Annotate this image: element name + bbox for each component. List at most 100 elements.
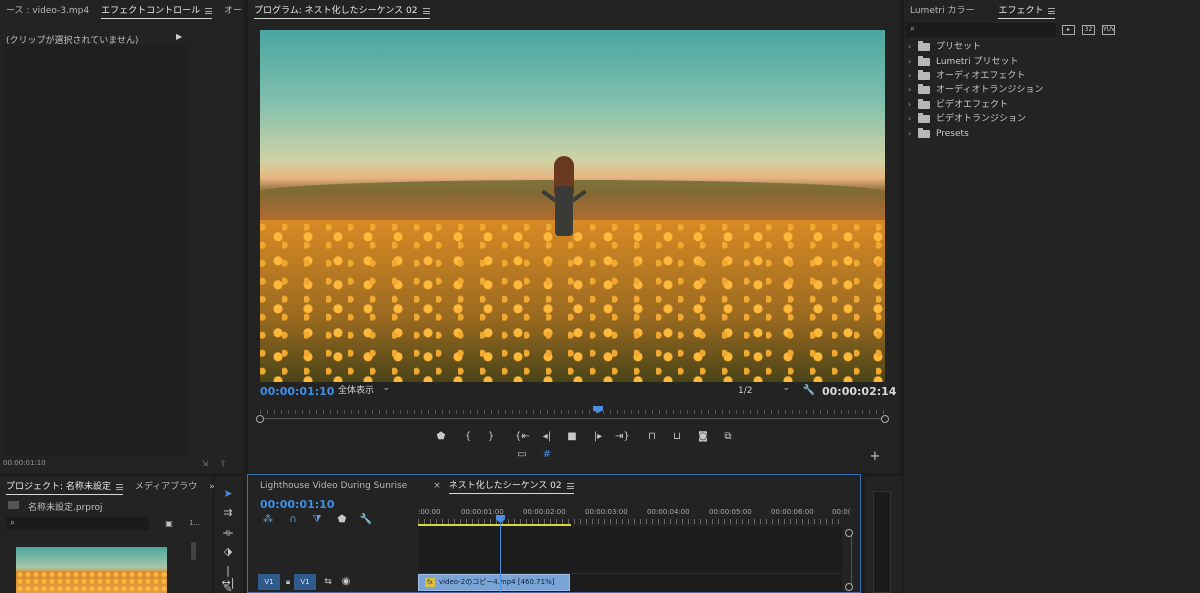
- tab-source[interactable]: ース : video-3.mp4: [0, 0, 95, 22]
- tree-item-audio-effects[interactable]: › オーディオエフェクト: [908, 69, 1025, 83]
- panel-menu-icon[interactable]: [205, 7, 213, 14]
- tab-lighthouse-sequence[interactable]: Lighthouse Video During Sunrise: [248, 475, 413, 497]
- accelerated-effects-icon[interactable]: ▸: [1062, 25, 1075, 35]
- clip-thumbnail[interactable]: [16, 547, 167, 593]
- clip-label: video-2のコピー4.mp4 [460.71%]: [439, 578, 555, 586]
- video-person: [541, 156, 587, 242]
- scroll-handle-bottom[interactable]: [845, 583, 853, 591]
- tree-item-video-effects[interactable]: › ビデオエフェクト: [908, 98, 1008, 112]
- tree-item-presets-en[interactable]: › Presets: [908, 127, 969, 141]
- step-back-icon[interactable]: ◂|: [540, 431, 554, 443]
- nest-toggle-icon[interactable]: ⁂: [261, 514, 275, 526]
- expand-arrow-icon[interactable]: ▶: [176, 32, 182, 41]
- comparison-view-icon[interactable]: ⧉: [721, 431, 735, 443]
- timeline-playhead[interactable]: [500, 515, 501, 593]
- linked-selection-icon[interactable]: ⧩: [310, 514, 324, 526]
- timeline-clip[interactable]: fx video-2のコピー4.mp4 [460.71%]: [418, 574, 570, 591]
- program-video-frame[interactable]: [260, 30, 885, 382]
- selection-tool-icon[interactable]: ➤: [221, 488, 235, 500]
- eye-icon[interactable]: ◉: [339, 576, 353, 588]
- tree-item-lumetri-presets[interactable]: › Lumetri プリセット: [908, 55, 1018, 69]
- razor-tool-icon[interactable]: ⬗: [221, 546, 235, 558]
- button-editor-plus-icon[interactable]: +: [868, 450, 882, 463]
- lock-icon[interactable]: 🔒︎: [281, 576, 295, 588]
- add-marker-icon[interactable]: ⬟: [434, 431, 448, 443]
- timeline-timecode[interactable]: 00:00:01:10: [260, 498, 334, 511]
- pen-tool-icon[interactable]: ✎: [221, 583, 235, 593]
- person-body: [555, 186, 573, 236]
- filter-icon[interactable]: ⇲: [198, 458, 212, 470]
- timeline-vscroll[interactable]: [851, 531, 852, 590]
- effects-search-input[interactable]: ⌕: [906, 23, 1056, 37]
- zoom-handle-right[interactable]: [881, 415, 889, 423]
- go-to-in-icon[interactable]: {⇤: [515, 431, 530, 443]
- project-folder-icon: [8, 501, 19, 509]
- add-marker-icon[interactable]: ⬟: [335, 514, 349, 526]
- camera-icon[interactable]: ◙: [696, 431, 710, 443]
- tab-nested-sequence[interactable]: ネスト化したシーケンス 02: [443, 475, 580, 497]
- source-patch-v1[interactable]: V1: [258, 574, 280, 590]
- tree-item-label: ビデオトランジション: [936, 114, 1027, 124]
- step-forward-icon[interactable]: |▸: [591, 431, 605, 443]
- zoom-select[interactable]: 全体表示: [334, 381, 394, 398]
- panel-menu-icon[interactable]: [566, 482, 574, 489]
- search-icon: ⌕: [10, 518, 16, 528]
- go-to-out-icon[interactable]: ⇥}: [615, 431, 630, 443]
- tab-program[interactable]: プログラム: ネスト化したシーケンス 02: [248, 0, 436, 22]
- ripple-edit-tool-icon[interactable]: ⟛: [221, 527, 235, 539]
- scrubber-line: [260, 418, 885, 419]
- tab-effect-controls[interactable]: エフェクトコントロール: [95, 0, 218, 22]
- folder-icon: [918, 99, 930, 109]
- scroll-handle-top[interactable]: [845, 529, 853, 537]
- program-scrubber[interactable]: [260, 410, 885, 420]
- ruler-label: :00:00: [418, 508, 441, 516]
- chevron-right-icon: ›: [908, 71, 912, 80]
- project-search-input[interactable]: ⌕: [6, 517, 149, 530]
- tab-effects-label: エフェクト: [998, 6, 1044, 16]
- close-tab-icon[interactable]: ×: [413, 475, 443, 497]
- 32bit-effects-icon[interactable]: 32: [1082, 25, 1095, 35]
- work-area-bar[interactable]: [418, 524, 571, 526]
- tab-project-label: プロジェクト: 名称未設定: [6, 482, 111, 492]
- stop-icon[interactable]: ■: [565, 431, 579, 443]
- folder-icon: [918, 70, 930, 80]
- tab-effect-controls-label: エフェクトコントロール: [101, 6, 201, 16]
- program-current-timecode[interactable]: 00:00:01:10: [260, 385, 334, 398]
- tree-item-video-transitions[interactable]: › ビデオトランジション: [908, 112, 1026, 126]
- fx-badge-icon: fx: [425, 577, 435, 587]
- grid-icon[interactable]: #: [540, 449, 554, 461]
- yuv-effects-icon[interactable]: YUV: [1102, 25, 1115, 35]
- extract-icon[interactable]: ⊔: [670, 431, 684, 443]
- tree-item-presets[interactable]: › プリセット: [908, 40, 981, 54]
- program-tabbar: プログラム: ネスト化したシーケンス 02: [248, 0, 900, 22]
- panel-menu-icon[interactable]: [422, 7, 430, 14]
- panel-menu-icon[interactable]: [115, 483, 123, 490]
- tab-media-browser[interactable]: メディアブラウ: [129, 476, 203, 498]
- folder-icon: [918, 128, 930, 138]
- snap-icon[interactable]: ∩: [286, 514, 300, 526]
- safe-margins-icon[interactable]: ▭: [515, 449, 529, 461]
- zoom-handle-left[interactable]: [256, 415, 264, 423]
- mark-out-icon[interactable]: }: [484, 431, 498, 443]
- wrench-icon[interactable]: 🔧: [802, 385, 816, 397]
- project-scrollbar[interactable]: [191, 542, 196, 560]
- sync-lock-icon[interactable]: ⇆: [321, 576, 335, 588]
- panel-menu-icon[interactable]: [1048, 7, 1056, 14]
- video-flower-field: [260, 220, 885, 382]
- chevron-right-icon: ›: [908, 85, 912, 94]
- resolution-select[interactable]: 1/2: [734, 381, 794, 398]
- track-target-v1[interactable]: V1: [294, 574, 316, 590]
- timeline-settings-icon[interactable]: 🔧: [359, 514, 373, 526]
- tab-lumetri-color[interactable]: Lumetri カラー: [904, 0, 980, 22]
- tree-item-audio-transitions[interactable]: › オーディオトランジション: [908, 83, 1043, 97]
- effect-controls-tabbar: ース : video-3.mp4 エフェクトコントロール オー »: [0, 0, 260, 22]
- tab-audio[interactable]: オー: [218, 0, 248, 22]
- lift-icon[interactable]: ⊓: [645, 431, 659, 443]
- tab-project[interactable]: プロジェクト: 名称未設定: [0, 476, 129, 498]
- bin-icon[interactable]: ▣: [162, 518, 176, 530]
- export-icon[interactable]: ⇪: [216, 458, 230, 470]
- track-select-tool-icon[interactable]: ⇉: [221, 507, 235, 519]
- mark-in-icon[interactable]: {: [461, 431, 475, 443]
- tab-effects[interactable]: エフェクト: [992, 0, 1061, 22]
- effects-tabbar: Lumetri カラー エフェクト: [904, 0, 1200, 22]
